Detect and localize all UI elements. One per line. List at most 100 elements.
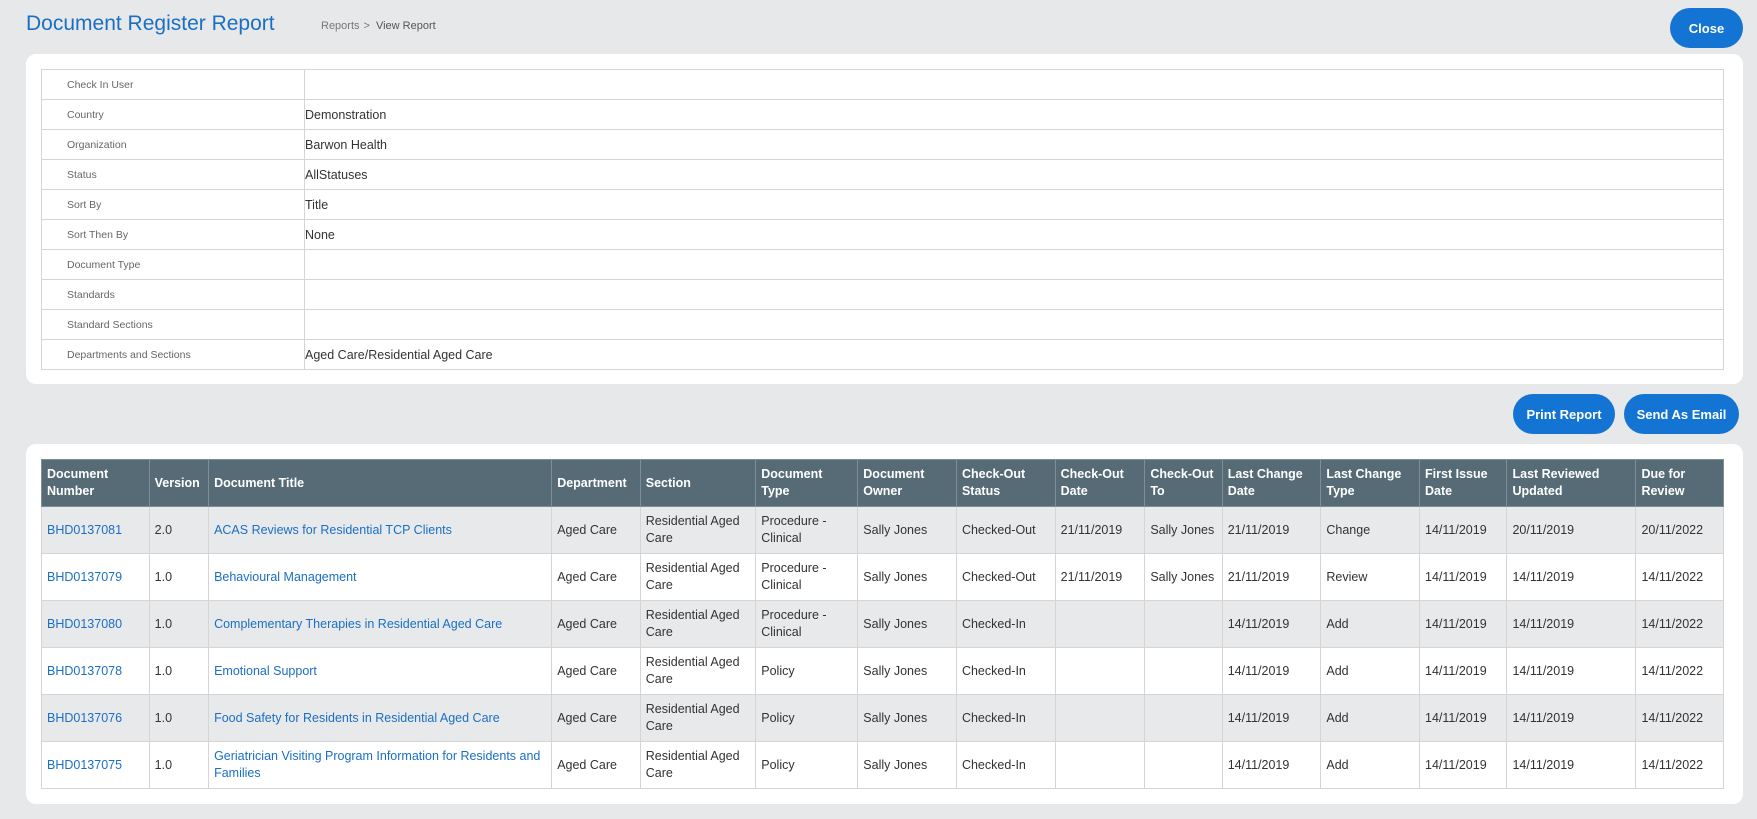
column-header-check-out-to[interactable]: Check-Out To bbox=[1144, 459, 1223, 507]
cell-version: 1.0 bbox=[148, 600, 210, 648]
document-title-link[interactable]: Behavioural Management bbox=[214, 570, 356, 584]
cell-check-out-date: 21/11/2019 bbox=[1054, 506, 1146, 554]
cell-document-title: Complementary Therapies in Residential A… bbox=[208, 600, 553, 648]
column-header-section[interactable]: Section bbox=[639, 459, 757, 507]
cell-department: Aged Care bbox=[551, 506, 641, 554]
breadcrumb-reports[interactable]: Reports bbox=[321, 20, 360, 32]
cell-section: Residential Aged Care bbox=[639, 741, 757, 789]
column-header-due-for-review[interactable]: Due for Review bbox=[1635, 459, 1724, 507]
criteria-label: Departments and Sections bbox=[41, 339, 305, 370]
cell-first-issue-date: 14/11/2019 bbox=[1419, 600, 1508, 648]
criteria-row: Departments and Sections Aged Care/Reside… bbox=[41, 339, 1724, 370]
document-number-link[interactable]: BHD0137080 bbox=[47, 617, 122, 631]
document-number-link[interactable]: BHD0137079 bbox=[47, 570, 122, 584]
cell-version: 1.0 bbox=[148, 741, 210, 789]
document-title-link[interactable]: Complementary Therapies in Residential A… bbox=[214, 617, 502, 631]
cell-first-issue-date: 14/11/2019 bbox=[1419, 506, 1508, 554]
cell-document-type: Procedure - Clinical bbox=[755, 506, 859, 554]
document-number-link[interactable]: BHD0137081 bbox=[47, 523, 122, 537]
table-row: BHD0137079 1.0 Behavioural Management Aged … bbox=[41, 553, 1724, 601]
close-button[interactable]: Close bbox=[1670, 8, 1743, 48]
cell-last-reviewed-updated: 14/11/2019 bbox=[1506, 553, 1637, 601]
cell-due-for-review: 14/11/2022 bbox=[1635, 741, 1724, 789]
criteria-label: Document Type bbox=[41, 249, 305, 280]
cell-section: Residential Aged Care bbox=[639, 553, 757, 601]
breadcrumb: Reports > View Report bbox=[321, 20, 436, 32]
criteria-label: Check In User bbox=[41, 69, 305, 100]
table-header-row: Document Number Version Document Title Depa… bbox=[41, 459, 1724, 507]
criteria-value: Aged Care/Residential Aged Care bbox=[304, 339, 1724, 370]
cell-last-reviewed-updated: 14/11/2019 bbox=[1506, 741, 1637, 789]
cell-document-number: BHD0137078 bbox=[41, 647, 150, 695]
criteria-value: AllStatuses bbox=[304, 159, 1724, 190]
results-table: Document Number Version Document Title Depa… bbox=[41, 459, 1724, 789]
cell-due-for-review: 14/11/2022 bbox=[1635, 553, 1724, 601]
criteria-value: Demonstration bbox=[304, 99, 1724, 130]
cell-check-out-to bbox=[1144, 647, 1223, 695]
document-number-link[interactable]: BHD0137075 bbox=[47, 758, 122, 772]
column-header-version[interactable]: Version bbox=[148, 459, 210, 507]
document-title-link[interactable]: ACAS Reviews for Residential TCP Clients bbox=[214, 523, 452, 537]
cell-version: 1.0 bbox=[148, 647, 210, 695]
cell-document-number: BHD0137079 bbox=[41, 553, 150, 601]
send-as-email-button[interactable]: Send As Email bbox=[1624, 394, 1739, 434]
column-header-last-reviewed-updated[interactable]: Last Reviewed Updated bbox=[1506, 459, 1637, 507]
cell-document-owner: Sally Jones bbox=[857, 694, 957, 742]
criteria-label: Sort By bbox=[41, 189, 305, 220]
report-criteria-panel: Check In User Country Demonstration Organiz… bbox=[26, 54, 1743, 384]
cell-check-out-date bbox=[1054, 647, 1146, 695]
cell-check-out-to bbox=[1144, 600, 1223, 648]
column-header-document-title[interactable]: Document Title bbox=[208, 459, 553, 507]
breadcrumb-separator: > bbox=[363, 20, 370, 32]
column-header-last-change-type[interactable]: Last Change Type bbox=[1320, 459, 1421, 507]
cell-first-issue-date: 14/11/2019 bbox=[1419, 553, 1508, 601]
cell-last-change-type: Add bbox=[1320, 647, 1421, 695]
column-header-document-number[interactable]: Document Number bbox=[41, 459, 150, 507]
column-header-check-out-date[interactable]: Check-Out Date bbox=[1054, 459, 1146, 507]
table-row: BHD0137080 1.0 Complementary Therapies in … bbox=[41, 600, 1724, 648]
cell-document-title: Behavioural Management bbox=[208, 553, 553, 601]
document-title-link[interactable]: Emotional Support bbox=[214, 664, 317, 678]
document-number-link[interactable]: BHD0137076 bbox=[47, 711, 122, 725]
cell-last-change-type: Review bbox=[1320, 553, 1421, 601]
cell-last-change-type: Add bbox=[1320, 741, 1421, 789]
cell-last-reviewed-updated: 20/11/2019 bbox=[1506, 506, 1637, 554]
cell-document-number: BHD0137081 bbox=[41, 506, 150, 554]
cell-section: Residential Aged Care bbox=[639, 694, 757, 742]
print-report-button[interactable]: Print Report bbox=[1513, 394, 1615, 434]
criteria-row: Document Type bbox=[41, 249, 1724, 280]
criteria-label: Standard Sections bbox=[41, 309, 305, 340]
cell-last-change-type: Change bbox=[1320, 506, 1421, 554]
cell-document-owner: Sally Jones bbox=[857, 600, 957, 648]
cell-document-title: ACAS Reviews for Residential TCP Clients bbox=[208, 506, 553, 554]
criteria-row: Standard Sections bbox=[41, 309, 1724, 340]
cell-document-owner: Sally Jones bbox=[857, 506, 957, 554]
cell-last-reviewed-updated: 14/11/2019 bbox=[1506, 694, 1637, 742]
cell-due-for-review: 20/11/2022 bbox=[1635, 506, 1724, 554]
cell-last-change-date: 14/11/2019 bbox=[1221, 694, 1322, 742]
cell-document-number: BHD0137075 bbox=[41, 741, 150, 789]
document-title-link[interactable]: Geriatrician Visiting Program Informatio… bbox=[214, 749, 540, 780]
cell-section: Residential Aged Care bbox=[639, 647, 757, 695]
cell-first-issue-date: 14/11/2019 bbox=[1419, 694, 1508, 742]
document-title-link[interactable]: Food Safety for Residents in Residential… bbox=[214, 711, 500, 725]
criteria-value bbox=[304, 279, 1724, 310]
column-header-department[interactable]: Department bbox=[551, 459, 641, 507]
column-header-document-type[interactable]: Document Type bbox=[755, 459, 859, 507]
cell-department: Aged Care bbox=[551, 694, 641, 742]
column-header-check-out-status[interactable]: Check-Out Status bbox=[955, 459, 1056, 507]
criteria-label: Country bbox=[41, 99, 305, 130]
column-header-last-change-date[interactable]: Last Change Date bbox=[1221, 459, 1322, 507]
cell-department: Aged Care bbox=[551, 553, 641, 601]
cell-check-out-status: Checked-In bbox=[955, 741, 1056, 789]
criteria-row: Standards bbox=[41, 279, 1724, 310]
cell-check-out-status: Checked-In bbox=[955, 600, 1056, 648]
column-header-first-issue-date[interactable]: First Issue Date bbox=[1419, 459, 1508, 507]
cell-check-out-to bbox=[1144, 741, 1223, 789]
table-row: BHD0137078 1.0 Emotional Support Aged Care R… bbox=[41, 647, 1724, 695]
document-number-link[interactable]: BHD0137078 bbox=[47, 664, 122, 678]
cell-document-type: Procedure - Clinical bbox=[755, 553, 859, 601]
criteria-value bbox=[304, 69, 1724, 100]
cell-document-title: Geriatrician Visiting Program Informatio… bbox=[208, 741, 553, 789]
column-header-document-owner[interactable]: Document Owner bbox=[857, 459, 957, 507]
